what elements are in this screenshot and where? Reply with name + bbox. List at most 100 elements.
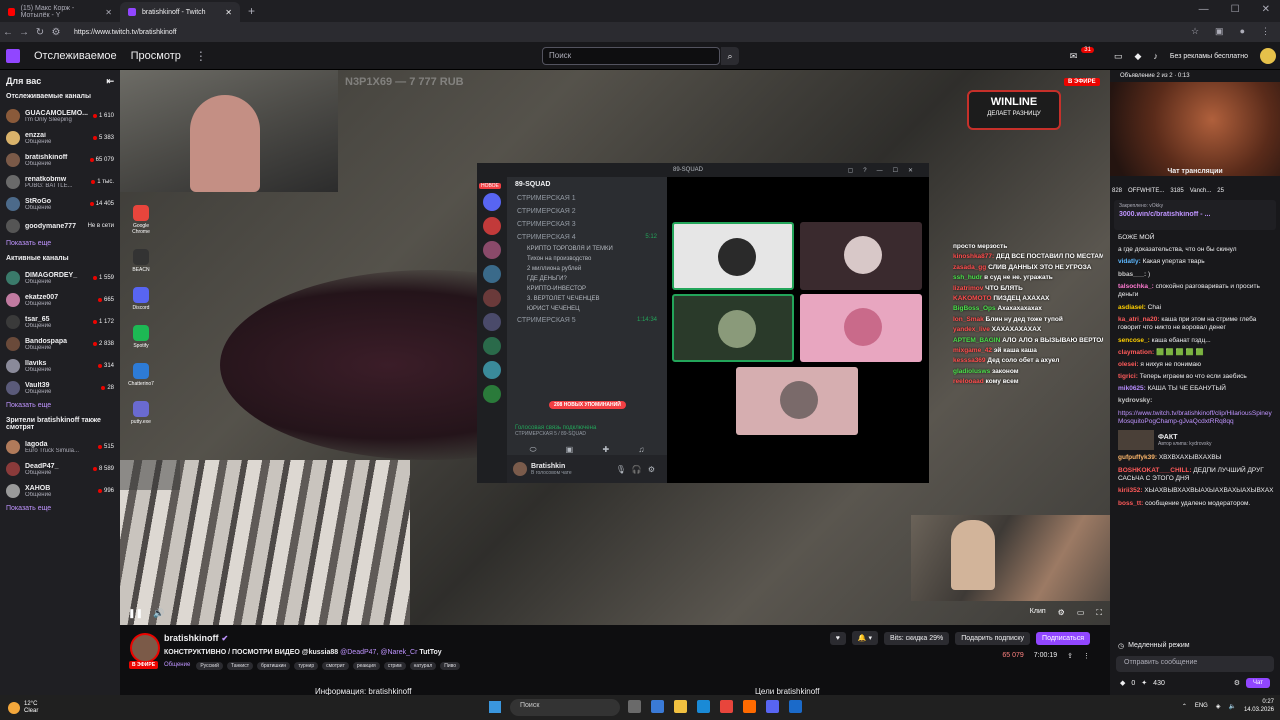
stream-tag[interactable]: Танкист (226, 662, 254, 670)
search-input[interactable]: Поиск (542, 47, 720, 65)
video-player[interactable]: N3P1X69 — 7 777 RUB Google Chrome BEACN Di… (120, 70, 1110, 625)
tray-chevron-icon[interactable]: ⌃ (1182, 703, 1187, 710)
chat-username[interactable]: ka_atri_na20: (1118, 316, 1160, 323)
chat-username[interactable]: talsochka_: (1118, 283, 1154, 290)
whispers-icon[interactable]: ▭ (1114, 51, 1123, 62)
network-icon[interactable]: ◈ (1216, 703, 1221, 710)
pause-icon[interactable]: ❚❚ (128, 608, 143, 619)
sidebar-channel-item[interactable]: lagoda Euro Truck Simula... 515 (6, 436, 114, 458)
chat-username[interactable]: bbas___: (1118, 271, 1146, 278)
app-icon[interactable] (743, 700, 756, 713)
chat-username[interactable]: vidatly: (1118, 258, 1141, 265)
sidebar-channel-item[interactable]: GUACAMOLEMO... I'm Only Sleeping 1 610 (6, 105, 114, 127)
chat-username[interactable]: olesei: (1118, 361, 1139, 368)
chat-username[interactable]: sencose_: (1118, 337, 1150, 344)
stream-tag[interactable]: Пиво (440, 662, 461, 670)
chat-input[interactable]: Отправить сообщение (1116, 656, 1274, 672)
app-icon[interactable] (789, 700, 802, 713)
show-more-link[interactable]: Показать еще (6, 505, 114, 512)
clock[interactable]: 0:27 14.03.2026 (1244, 698, 1274, 714)
sidebar-channel-item[interactable]: Vault39 Общение 28 (6, 377, 114, 399)
pinned-text[interactable]: 3000.win/c/bratishkinoff - ... (1119, 211, 1271, 218)
new-mentions-badge[interactable]: 208 НОВЫХ УПОМИНАНИЙ (549, 401, 626, 409)
bookmark-star-icon[interactable]: ☆ (1191, 26, 1199, 37)
desktop-icon[interactable]: Spotify (126, 325, 156, 349)
gift-leader-entry[interactable]: 25 (1217, 188, 1224, 194)
stream-tag[interactable]: натурал (409, 662, 437, 670)
sidebar-channel-item[interactable]: ekatze007 Общение 665 (6, 289, 114, 311)
soundboard-icon[interactable]: ♫ (638, 445, 644, 455)
bits-icon[interactable]: ◆ (1134, 51, 1141, 62)
chat-username[interactable]: BOSHKOKAT___CHILL: (1118, 467, 1192, 474)
chat-username[interactable]: tigrici: (1118, 373, 1138, 380)
sidebar-channel-item[interactable]: DeadP47_ Общение 8 589 (6, 458, 114, 480)
discord-channel[interactable]: 3. ВЕРТОЛЕТ ЧЕЧЕНЦЕВ (507, 294, 667, 304)
desktop-icon[interactable]: Discord (126, 287, 156, 311)
forward-icon[interactable]: → (16, 27, 32, 38)
notifications-icon[interactable]: ♪ (1153, 51, 1158, 61)
taskbar-search[interactable]: Поиск (510, 699, 620, 716)
mention-link[interactable]: @Narek_Cr (380, 649, 417, 656)
sidebar-channel-item[interactable]: XAHOB Общение 996 (6, 480, 114, 502)
gift-leader-entry[interactable]: 828 (1112, 188, 1122, 194)
share-icon[interactable]: ⇪ (1067, 652, 1073, 660)
stream-tag[interactable]: турнир (294, 662, 319, 670)
stream-tag[interactable]: стрим (383, 662, 406, 670)
category-link[interactable]: Общение (164, 662, 190, 670)
discord-channel[interactable]: СТРИМЕРСКАЯ 1 (507, 192, 667, 205)
url-field[interactable]: https://www.twitch.tv/bratishkinoff (74, 29, 177, 36)
discord-channel[interactable]: ЮРИСТ ЧЕЧЕНЕЦ (507, 304, 667, 314)
show-more-link[interactable]: Показать еще (6, 240, 114, 247)
volume-icon[interactable]: 🔊 (153, 608, 164, 619)
minimize-icon[interactable]: — (1199, 4, 1209, 15)
screen-share-icon[interactable]: ▣ (566, 445, 574, 455)
extensions-icon[interactable]: ▣ (1215, 26, 1224, 37)
clip-button[interactable]: Клип (1030, 608, 1046, 618)
desktop-icon[interactable]: Chatterino7 (126, 363, 156, 387)
discord-channel[interactable]: КРИПТО-ИНВЕСТОР (507, 284, 667, 294)
settings-icon[interactable]: ⚙ (1058, 608, 1065, 618)
chat-username[interactable]: kirii352: (1118, 487, 1143, 494)
sidebar-channel-item[interactable]: DIMAGORDEY_ Общение 1 559 (6, 267, 114, 289)
speaker-icon[interactable]: 🔈 (1228, 703, 1235, 710)
show-more-link[interactable]: Показать еще (6, 402, 114, 409)
user-avatar[interactable] (1260, 48, 1276, 64)
stream-tag[interactable]: Русский (196, 662, 223, 670)
sidebar-channel-item[interactable]: renatkobmw PUBG: BATTLE... 1 тыс. (6, 171, 114, 193)
avatar[interactable] (130, 633, 160, 663)
sidebar-channel-item[interactable]: tsar_65 Общение 1 172 (6, 311, 114, 333)
theatre-mode-icon[interactable]: ▭ (1077, 608, 1085, 618)
chat-username[interactable]: asdiasel: (1118, 304, 1146, 311)
sidebar-channel-item[interactable]: Ilaviks Общение 314 (6, 355, 114, 377)
menu-dots-icon[interactable]: ⋮ (1261, 26, 1270, 37)
discord-channel[interactable]: СТРИМЕРСКАЯ 2 (507, 205, 667, 218)
channel-name[interactable]: bratishkinoff (164, 633, 219, 643)
stream-tag[interactable]: братишкин (257, 662, 291, 670)
reload-icon[interactable]: ↻ (32, 27, 48, 38)
close-window-icon[interactable]: ✕ (1262, 4, 1270, 15)
more-icon[interactable]: ⋮ (1083, 652, 1090, 660)
tab-twitch[interactable]: bratishkinoff - Twitch ✕ (120, 2, 240, 22)
sidebar-channel-item[interactable]: enzzai Общение 5 383 (6, 127, 114, 149)
channel-points-icon[interactable]: ✦ (1141, 679, 1147, 687)
maximize-icon[interactable]: ☐ (1231, 4, 1240, 15)
discord-channel[interactable]: Тихон на производство (507, 254, 667, 264)
weather-widget[interactable]: 12°C Clear (8, 701, 38, 715)
stream-tag[interactable]: смотрит (322, 662, 349, 670)
chat-username[interactable]: kydrovsky: (1118, 397, 1152, 404)
twitch-logo-icon[interactable] (6, 48, 20, 63)
tab-youtube[interactable]: (15) Макс Корж - Мотылёк - Y ✕ (0, 2, 120, 22)
subscribe-button[interactable]: Подписаться (1036, 631, 1090, 645)
sidebar-channel-item[interactable]: bratishkinoff Общение 65 079 (6, 149, 114, 171)
nav-following[interactable]: Отслеживаемое (34, 50, 117, 62)
close-icon[interactable]: ✕ (105, 8, 112, 17)
discord-channel[interactable]: ГДЕ ДЕНЬГИ? (507, 274, 667, 284)
sidebar-channel-item[interactable]: Bandospapa Общение 2 838 (6, 333, 114, 355)
gift-leader-entry[interactable]: OFFWHITE... (1128, 188, 1164, 194)
desktop-icon[interactable]: BEACN (126, 249, 156, 273)
search-icon[interactable]: ⌕ (721, 47, 739, 65)
file-explorer-icon[interactable] (674, 700, 687, 713)
close-icon[interactable]: ✕ (225, 8, 232, 17)
profile-icon[interactable]: ● (1240, 26, 1245, 37)
stream-tag[interactable]: реакция (352, 662, 380, 670)
